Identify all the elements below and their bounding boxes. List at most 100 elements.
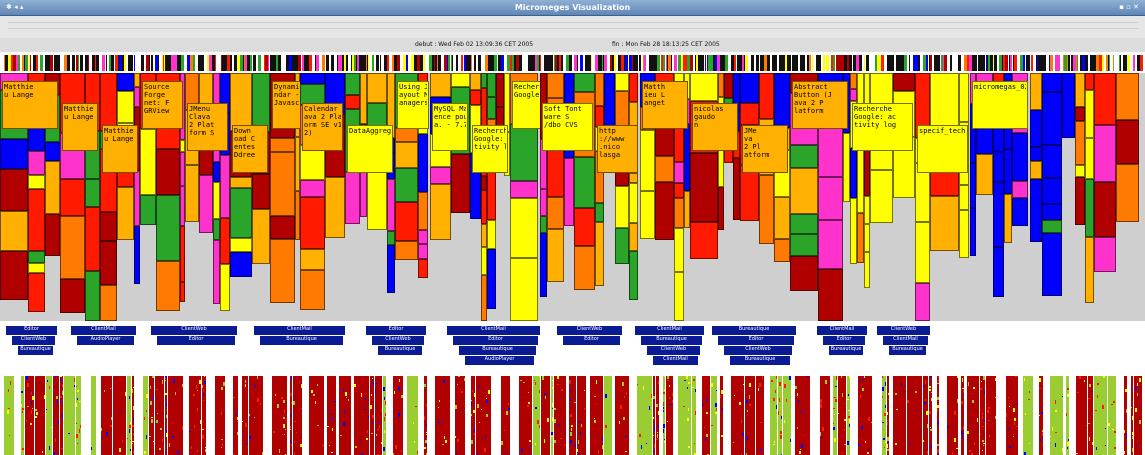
- application-bar[interactable]: ClientMail: [883, 336, 928, 345]
- document-block[interactable]: [1042, 73, 1062, 92]
- document-block[interactable]: [915, 222, 930, 283]
- document-block[interactable]: [345, 95, 360, 109]
- application-bar[interactable]: Editor: [366, 326, 426, 335]
- document-block[interactable]: [1116, 164, 1139, 222]
- document-block[interactable]: [300, 249, 325, 270]
- document-block[interactable]: [655, 182, 674, 240]
- document-block[interactable]: [213, 219, 220, 240]
- application-bar[interactable]: ClientMail: [71, 326, 136, 335]
- document-block[interactable]: [1085, 138, 1094, 179]
- document-block[interactable]: [185, 165, 199, 222]
- application-bar[interactable]: Bureautique: [829, 346, 863, 355]
- document-block[interactable]: [252, 174, 270, 209]
- document-block[interactable]: [300, 73, 325, 84]
- document-block[interactable]: [418, 244, 428, 259]
- document-block[interactable]: [870, 170, 893, 223]
- document-block[interactable]: [595, 106, 604, 127]
- document-block[interactable]: [510, 258, 538, 321]
- document-block[interactable]: [85, 271, 100, 321]
- document-block[interactable]: [1030, 179, 1042, 242]
- labelled-document-block[interactable]: Matthie u Lange: [2, 81, 58, 129]
- document-block[interactable]: [1085, 179, 1094, 237]
- document-block[interactable]: [60, 279, 85, 313]
- document-block[interactable]: [387, 179, 395, 231]
- application-bar[interactable]: ClientMail: [447, 326, 540, 335]
- document-block[interactable]: [843, 133, 850, 202]
- application-bar[interactable]: ClientWeb: [877, 326, 930, 335]
- document-block[interactable]: [60, 179, 85, 216]
- document-block[interactable]: [140, 129, 156, 195]
- document-block[interactable]: [629, 223, 638, 251]
- document-block[interactable]: [199, 175, 213, 233]
- document-block[interactable]: [674, 162, 684, 183]
- labelled-document-block[interactable]: Matth ieu L anget: [642, 81, 688, 129]
- document-block[interactable]: [300, 84, 325, 105]
- labelled-document-block[interactable]: http ://www .nico lasga: [597, 125, 638, 173]
- application-bar[interactable]: Bureautique: [378, 346, 422, 355]
- application-bar[interactable]: Bureautique: [260, 336, 343, 345]
- document-block[interactable]: [418, 192, 428, 230]
- document-block[interactable]: [213, 182, 220, 219]
- document-block[interactable]: [230, 238, 252, 252]
- document-block[interactable]: [733, 158, 740, 220]
- document-block[interactable]: [818, 220, 843, 269]
- document-block[interactable]: [674, 228, 684, 272]
- document-block[interactable]: [180, 226, 185, 282]
- document-block[interactable]: [0, 169, 28, 211]
- labelled-document-block[interactable]: nicolas gaudo n: [692, 103, 738, 151]
- document-block[interactable]: [690, 153, 718, 222]
- document-block[interactable]: [850, 198, 857, 264]
- document-block[interactable]: [300, 270, 325, 310]
- document-block[interactable]: [451, 73, 470, 87]
- document-block[interactable]: [864, 224, 870, 252]
- document-block[interactable]: [629, 173, 638, 183]
- document-block[interactable]: [1042, 204, 1062, 220]
- document-block[interactable]: [28, 273, 45, 312]
- document-block[interactable]: [1075, 165, 1085, 177]
- application-bar[interactable]: Editor: [718, 336, 794, 345]
- application-bar[interactable]: ClientWeb: [12, 336, 55, 345]
- document-block[interactable]: [595, 203, 604, 222]
- application-bar[interactable]: ClientMail: [254, 326, 345, 335]
- document-block[interactable]: [640, 130, 655, 191]
- application-bar[interactable]: Bureautique: [459, 346, 536, 355]
- event-density-panel[interactable]: [0, 376, 1145, 455]
- labelled-document-block[interactable]: specif_technique.sxw: [917, 125, 968, 173]
- labelled-document-block[interactable]: Recherche Google: ac tivity log: [852, 103, 913, 151]
- document-block[interactable]: [45, 214, 60, 256]
- application-bar[interactable]: Editor: [453, 336, 538, 345]
- document-block[interactable]: [818, 177, 843, 220]
- document-block[interactable]: [564, 158, 574, 226]
- application-bar[interactable]: ClientWeb: [647, 346, 700, 355]
- document-block[interactable]: [100, 212, 117, 241]
- document-block[interactable]: [156, 195, 180, 261]
- application-bar[interactable]: Bureautique: [18, 346, 53, 355]
- document-block[interactable]: [790, 168, 818, 214]
- labelled-document-block[interactable]: JMenu Clava 2 Plat form S: [187, 103, 228, 151]
- application-bar[interactable]: ClientMail: [653, 356, 698, 365]
- application-bar[interactable]: AudioPlayer: [77, 336, 134, 345]
- document-block[interactable]: [724, 73, 733, 98]
- document-block[interactable]: [325, 177, 345, 238]
- document-block[interactable]: [395, 202, 418, 241]
- document-block[interactable]: [893, 73, 915, 91]
- document-block[interactable]: [1094, 182, 1116, 237]
- document-block[interactable]: [1030, 110, 1042, 147]
- document-block[interactable]: [213, 162, 220, 182]
- document-block[interactable]: [156, 261, 180, 311]
- document-block[interactable]: [387, 245, 395, 293]
- document-block[interactable]: [1042, 145, 1062, 178]
- document-block[interactable]: [547, 146, 564, 197]
- document-block[interactable]: [615, 228, 629, 264]
- document-block[interactable]: [547, 197, 564, 229]
- document-block[interactable]: [1062, 73, 1075, 138]
- document-block[interactable]: [759, 175, 774, 244]
- document-block[interactable]: [0, 139, 28, 169]
- document-block[interactable]: [220, 218, 230, 264]
- document-block[interactable]: [959, 210, 969, 258]
- document-block[interactable]: [1094, 237, 1116, 272]
- labelled-document-block[interactable]: MySQL Manuel de Référ ence pour 3.23 5-a…: [432, 103, 468, 151]
- labelled-document-block[interactable]: Abstract Button (J ava 2 P latform: [792, 81, 848, 129]
- document-block[interactable]: [674, 198, 684, 228]
- document-block[interactable]: [28, 189, 45, 251]
